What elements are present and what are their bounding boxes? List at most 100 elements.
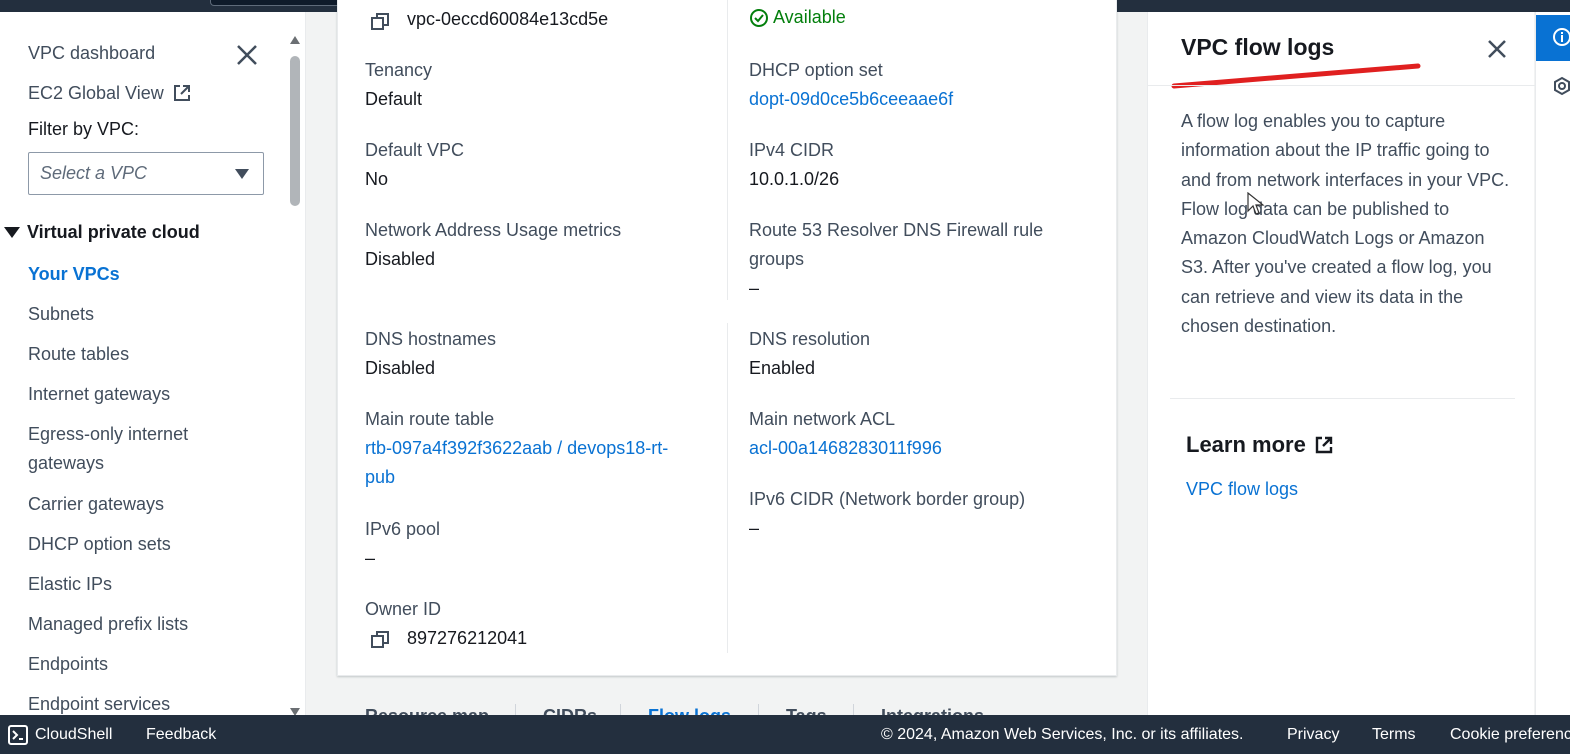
red-annotation-underline — [1171, 63, 1421, 89]
main-route-table-link[interactable]: rtb-097a4f392f3622aab / devops18-rt- pub — [365, 434, 668, 492]
owner-id-label: Owner ID — [365, 599, 442, 619]
close-icon[interactable] — [1484, 36, 1510, 62]
virtual-private-cloud-section[interactable]: Virtual private cloud — [4, 222, 200, 243]
cookie-preferences-link[interactable]: Cookie preferences — [1450, 726, 1570, 744]
tenancy-value: Default — [365, 89, 423, 109]
tab-integrations[interactable]: Integrations — [881, 706, 984, 715]
main-route-table-line2: pub — [365, 467, 396, 487]
info-icon — [1553, 28, 1570, 46]
dns-hostnames-label: DNS hostnames — [365, 329, 497, 349]
main-route-table-line1: rtb-097a4f392f3622aab / devops18-rt- — [365, 438, 669, 458]
external-link-icon — [1315, 436, 1333, 454]
owner-id-value: 897276212041 — [407, 628, 528, 648]
egress-label-line2: gateways — [28, 453, 105, 473]
tenancy-label: Tenancy — [365, 60, 433, 80]
tab-separator — [515, 704, 516, 715]
r53-firewall-label-line1: Route 53 Resolver DNS Firewall rule — [749, 220, 1044, 240]
state-value: Available — [773, 7, 846, 27]
main-network-acl-link[interactable]: acl-00a1468283011f996 — [749, 434, 942, 463]
caret-down-icon — [235, 169, 249, 179]
r53-firewall-label-line2: groups — [749, 249, 805, 269]
help-panel: VPC flow logs A flow log enables you to … — [1147, 12, 1535, 715]
sidebar-item-carrier-gateways[interactable]: Carrier gateways — [28, 490, 164, 519]
scroll-down-arrow-icon[interactable] — [290, 708, 300, 715]
check-circle-icon — [750, 8, 768, 27]
sidebar-item-elastic-ips[interactable]: Elastic IPs — [28, 570, 112, 599]
sidebar-item-egress-only-gateways[interactable]: Egress-only internet gateways — [28, 420, 188, 478]
expanded-caret-icon — [4, 227, 20, 238]
tools-rail — [1535, 12, 1570, 715]
external-link-icon — [173, 85, 190, 101]
ipv4-cidr-value: 10.0.1.0/26 — [749, 169, 840, 189]
dns-resolution-value: Enabled — [749, 358, 816, 378]
help-panel-title: VPC flow logs — [1181, 34, 1335, 60]
dhcp-option-set-link[interactable]: dopt-09d0ce5b6ceeaae6f — [749, 85, 953, 114]
main-network-acl-label: Main network ACL — [749, 409, 896, 429]
tab-separator — [758, 704, 759, 715]
sidebar-item-managed-prefix-lists[interactable]: Managed prefix lists — [28, 610, 188, 639]
ec2-global-view-link[interactable]: EC2 Global View — [28, 81, 192, 105]
copy-icon[interactable] — [370, 630, 390, 650]
dns-hostnames-value: Disabled — [365, 358, 436, 378]
ipv6-cidr-label: IPv6 CIDR (Network border group) — [749, 489, 1026, 509]
main-route-table-label: Main route table — [365, 409, 495, 429]
close-icon[interactable] — [234, 42, 260, 68]
help-panel-description: A flow log enables you to capture inform… — [1181, 111, 1510, 337]
ipv4-cidr-label: IPv4 CIDR — [749, 140, 835, 160]
column-divider — [727, 323, 728, 653]
divider — [1170, 398, 1515, 399]
default-vpc-value: No — [365, 169, 389, 189]
sidebar-item-dhcp-option-sets[interactable]: DHCP option sets — [28, 530, 171, 559]
default-vpc-label: Default VPC — [365, 140, 465, 160]
vpc-filter-select[interactable]: Select a VPC — [28, 152, 264, 195]
learn-more-heading: Learn more — [1186, 432, 1334, 458]
section-title: Virtual private cloud — [27, 222, 200, 242]
dhcp-option-set-label: DHCP option set — [749, 60, 883, 80]
nau-metrics-value: Disabled — [365, 249, 436, 269]
side-navigation: VPC dashboard EC2 Global View Filter by … — [0, 12, 306, 715]
vpc-flow-logs-doc-link[interactable]: VPC flow logs — [1186, 479, 1298, 500]
cloudshell-icon[interactable] — [8, 725, 28, 745]
tab-resource-map[interactable]: Resource map — [365, 706, 489, 715]
sidebar-item-endpoint-services[interactable]: Endpoint services — [28, 690, 170, 715]
tutorial-icon[interactable] — [1552, 76, 1570, 96]
ipv6-pool-value: – — [365, 548, 376, 568]
column-divider — [727, 0, 728, 300]
sidebar-item-your-vpcs[interactable]: Your VPCs — [28, 260, 120, 289]
sidebar-item-endpoints[interactable]: Endpoints — [28, 650, 108, 679]
sidebar-scrollbar[interactable] — [288, 36, 302, 715]
dns-resolution-label: DNS resolution — [749, 329, 871, 349]
privacy-link[interactable]: Privacy — [1287, 726, 1339, 744]
filter-by-vpc-label: Filter by VPC: — [28, 119, 140, 139]
tab-tags[interactable]: Tags — [786, 706, 827, 715]
ipv6-cidr-value: – — [749, 518, 760, 538]
divider — [1148, 85, 1535, 86]
egress-label-line1: Egress-only internet — [28, 424, 189, 444]
ec2-global-view-label: EC2 Global View — [28, 83, 164, 103]
vpc-filter-placeholder: Select a VPC — [40, 163, 148, 183]
info-panel-button[interactable] — [1536, 15, 1570, 61]
vpc-dashboard-link[interactable]: VPC dashboard — [28, 41, 155, 65]
sidebar-item-subnets[interactable]: Subnets — [28, 300, 94, 329]
vpc-id-value: vpc-0eccd60084e13cd5e — [407, 9, 609, 29]
feedback-button[interactable]: Feedback — [146, 726, 216, 744]
scrollbar-thumb[interactable] — [290, 56, 300, 206]
tab-cidrs[interactable]: CIDRs — [543, 706, 597, 715]
ipv6-pool-label: IPv6 pool — [365, 519, 441, 539]
tab-separator — [853, 704, 854, 715]
tab-flow-logs[interactable]: Flow logs — [648, 706, 731, 715]
copyright-text: © 2024, Amazon Web Services, Inc. or its… — [881, 726, 1244, 743]
detail-tabs: Resource map CIDRs Flow logs Tags Integr… — [337, 700, 1117, 715]
scroll-up-arrow-icon[interactable] — [290, 36, 300, 44]
learn-more-label: Learn more — [1186, 432, 1306, 457]
console-footer: CloudShell Feedback © 2024, Amazon Web S… — [0, 715, 1570, 754]
state-status: Available — [749, 7, 846, 28]
sidebar-item-route-tables[interactable]: Route tables — [28, 340, 129, 369]
tab-separator — [620, 704, 621, 715]
nau-metrics-label: Network Address Usage metrics — [365, 220, 622, 240]
copy-icon[interactable] — [370, 12, 390, 32]
cloudshell-button[interactable]: CloudShell — [35, 726, 112, 744]
sidebar-item-internet-gateways[interactable]: Internet gateways — [28, 380, 170, 409]
r53-firewall-value: – — [749, 278, 760, 298]
terms-link[interactable]: Terms — [1372, 726, 1416, 744]
